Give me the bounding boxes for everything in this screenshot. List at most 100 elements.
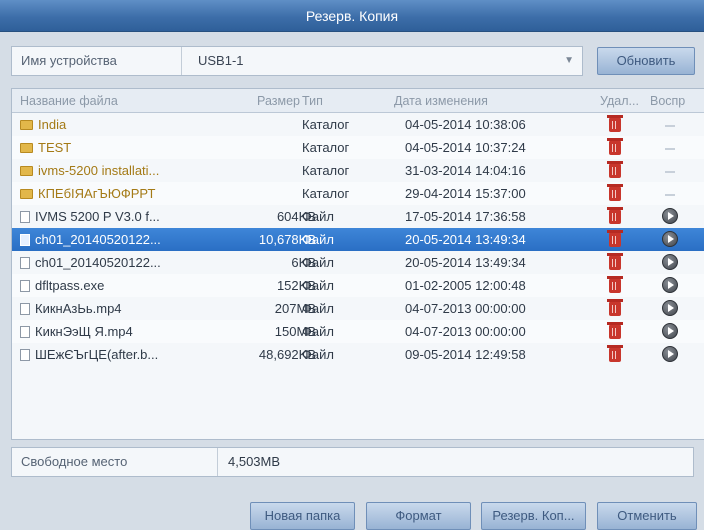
- dash-icon: [665, 193, 675, 196]
- file-icon: [20, 303, 30, 315]
- file-name: КикнАзЬь.mp4: [35, 301, 122, 316]
- file-type: Каталог: [302, 117, 350, 132]
- trash-icon[interactable]: [607, 115, 623, 132]
- file-name-cell: dfltpass.exe: [20, 274, 220, 297]
- file-type: Файл: [302, 255, 334, 270]
- device-label: Имя устройства: [12, 47, 182, 75]
- play-cell: [652, 159, 688, 182]
- play-icon[interactable]: [662, 231, 678, 247]
- file-icon: [20, 280, 30, 292]
- device-row: Имя устройства USB1-1 ▼: [11, 46, 583, 76]
- play-icon[interactable]: [662, 323, 678, 339]
- file-type: Файл: [302, 301, 334, 316]
- table-row[interactable]: ivms-5200 installati... Каталог 31-03-2014…: [12, 159, 704, 182]
- column-header-delete[interactable]: Удал...: [600, 89, 644, 113]
- file-table: Название файла Размер Тип Дата изменения…: [11, 88, 704, 440]
- cancel-button[interactable]: Отменить: [597, 502, 697, 530]
- trash-icon[interactable]: [607, 184, 623, 201]
- play-cell: [652, 297, 688, 320]
- file-type: Каталог: [302, 163, 350, 178]
- play-icon[interactable]: [662, 346, 678, 362]
- column-header-date[interactable]: Дата изменения: [392, 89, 582, 113]
- folder-icon: [20, 189, 33, 199]
- table-row[interactable]: India Каталог 04-05-2014 10:38:06: [12, 113, 704, 136]
- trash-icon[interactable]: [607, 322, 623, 339]
- table-row[interactable]: ШЕжЄЪгЦЕ(after.b... 48,692KB Файл 09-05-201…: [12, 343, 704, 366]
- dash-icon: [665, 170, 675, 173]
- delete-cell: [600, 320, 630, 343]
- table-row[interactable]: ch01_20140520122... 6KB Файл 20-05-2014 13:…: [12, 251, 704, 274]
- trash-icon[interactable]: [607, 345, 623, 362]
- file-icon: [20, 234, 30, 246]
- dash-icon: [665, 147, 675, 150]
- trash-icon[interactable]: [607, 299, 623, 316]
- bottom-toolbar: Новая папка Формат Резерв. Коп... Отмени…: [0, 498, 704, 530]
- folder-icon: [20, 166, 33, 176]
- table-row[interactable]: КПЕбІЯАгЪЮФРРТ Каталог 29-04-2014 15:37:00: [12, 182, 704, 205]
- trash-icon[interactable]: [607, 207, 623, 224]
- play-icon[interactable]: [662, 277, 678, 293]
- play-icon[interactable]: [662, 208, 678, 224]
- file-date: 04-05-2014 10:37:24: [405, 140, 526, 155]
- file-name: IVMS 5200 P V3.0 f...: [35, 209, 160, 224]
- file-name-cell: India: [20, 113, 220, 136]
- trash-icon[interactable]: [607, 161, 623, 178]
- table-row[interactable]: TEST Каталог 04-05-2014 10:37:24: [12, 136, 704, 159]
- table-header: Название файла Размер Тип Дата изменения…: [12, 89, 704, 113]
- file-name: ch01_20140520122...: [35, 232, 161, 247]
- file-type: Файл: [302, 232, 334, 247]
- file-type: Файл: [302, 324, 334, 339]
- table-row[interactable]: dfltpass.exe 152KB Файл 01-02-2005 12:00:48: [12, 274, 704, 297]
- table-row[interactable]: КикнАзЬь.mp4 207MB Файл 04-07-2013 00:00:00: [12, 297, 704, 320]
- table-row[interactable]: КикнЭэЩ Я.mp4 150MB Файл 04-07-2013 00:00:0…: [12, 320, 704, 343]
- delete-cell: [600, 159, 630, 182]
- backup-dialog: Резерв. Копия Имя устройства USB1-1 ▼ Об…: [0, 0, 704, 530]
- file-date: 09-05-2014 12:49:58: [405, 347, 526, 362]
- table-row[interactable]: ch01_20140520122... 10,678KB Файл 20-05-201…: [12, 228, 704, 251]
- table-row[interactable]: IVMS 5200 P V3.0 f... 604KB Файл 17-05-2014…: [12, 205, 704, 228]
- file-date: 20-05-2014 13:49:34: [405, 255, 526, 270]
- column-header-name[interactable]: Название файла: [20, 89, 220, 113]
- column-header-play[interactable]: Воспр: [650, 89, 698, 113]
- delete-cell: [600, 182, 630, 205]
- play-icon[interactable]: [662, 300, 678, 316]
- trash-icon[interactable]: [607, 276, 623, 293]
- chevron-down-icon: ▼: [564, 55, 574, 66]
- column-header-size[interactable]: Размер: [226, 89, 300, 113]
- play-cell: [652, 113, 688, 136]
- file-type: Файл: [302, 278, 334, 293]
- file-name: India: [38, 117, 67, 132]
- free-space-row: Свободное место 4,503MB: [11, 447, 694, 477]
- trash-icon[interactable]: [607, 138, 623, 155]
- file-icon: [20, 257, 30, 269]
- file-name-cell: ch01_20140520122...: [20, 251, 220, 274]
- file-date: 04-07-2013 00:00:00: [405, 301, 526, 316]
- file-type: Файл: [302, 347, 334, 362]
- file-date: 31-03-2014 14:04:16: [405, 163, 526, 178]
- backup-button[interactable]: Резерв. Коп...: [481, 502, 586, 530]
- delete-cell: [600, 205, 630, 228]
- file-name-cell: TEST: [20, 136, 220, 159]
- play-icon[interactable]: [662, 254, 678, 270]
- dialog-title: Резерв. Копия: [0, 0, 704, 32]
- play-cell: [652, 343, 688, 366]
- new-folder-button[interactable]: Новая папка: [250, 502, 355, 530]
- play-cell: [652, 228, 688, 251]
- file-date: 29-04-2014 15:37:00: [405, 186, 526, 201]
- trash-icon[interactable]: [607, 230, 623, 247]
- play-cell: [652, 251, 688, 274]
- delete-cell: [600, 136, 630, 159]
- format-button[interactable]: Формат: [366, 502, 471, 530]
- play-cell: [652, 182, 688, 205]
- file-name-cell: IVMS 5200 P V3.0 f...: [20, 205, 220, 228]
- refresh-button[interactable]: Обновить: [597, 47, 695, 75]
- file-name: КикнЭэЩ Я.mp4: [35, 324, 133, 339]
- column-header-type[interactable]: Тип: [302, 89, 362, 113]
- delete-cell: [600, 297, 630, 320]
- device-select[interactable]: USB1-1 ▼: [190, 47, 582, 75]
- trash-icon[interactable]: [607, 253, 623, 270]
- play-cell: [652, 205, 688, 228]
- file-name: TEST: [38, 140, 72, 155]
- play-cell: [652, 136, 688, 159]
- file-icon: [20, 326, 30, 338]
